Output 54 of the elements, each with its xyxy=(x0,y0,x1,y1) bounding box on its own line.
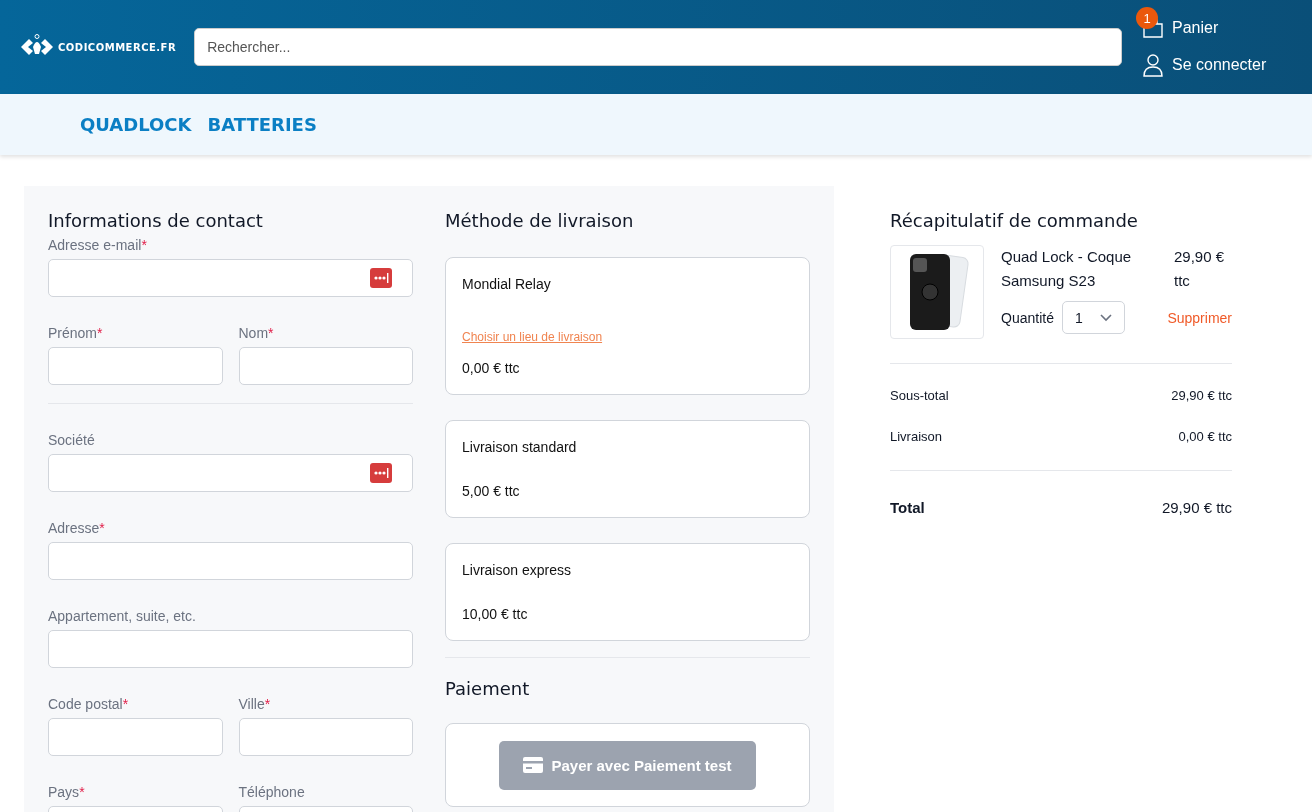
field-label: Nom* xyxy=(238,325,275,341)
search-field[interactable]: Rechercher... xyxy=(194,28,1122,66)
nav-link[interactable]: QUADLOCK xyxy=(80,114,192,135)
shipping-price: 5,00 € ttc xyxy=(462,483,521,499)
quantity-select[interactable]: 1 xyxy=(1061,301,1125,334)
input-field[interactable] xyxy=(48,347,223,385)
input-field[interactable] xyxy=(48,718,223,756)
field-label: Adresse e-mail* xyxy=(48,237,148,253)
field-label: Ville* xyxy=(238,696,272,712)
shipping-option-card[interactable]: Mondial Relay Choisir un lieu de livraison 0,00 € ttc xyxy=(445,257,810,395)
user-icon xyxy=(1142,53,1164,77)
input-field[interactable] xyxy=(48,630,413,668)
summary-label: Livraison xyxy=(890,429,943,444)
product-name: Quad Lock - Coque Samsung S23 xyxy=(1001,247,1133,291)
shipping-method-name: Livraison express xyxy=(462,562,572,578)
password-manager-icon[interactable] xyxy=(370,268,392,288)
product-price: 29,90 € ttc xyxy=(1174,247,1226,291)
total-value: 29,90 € ttc xyxy=(1161,499,1232,516)
field-label: Code postal* xyxy=(48,696,130,712)
section-title: Informations de contact xyxy=(48,210,264,231)
shipping-price: 0,00 € ttc xyxy=(462,360,521,376)
shipping-method-name: Livraison standard xyxy=(462,439,578,455)
section-title: Méthode de livraison xyxy=(445,210,635,231)
logo-text: CODICOMMERCE.FR xyxy=(58,41,177,53)
total-label: Total xyxy=(890,499,925,516)
field-label: Société xyxy=(48,432,96,448)
field-label: Appartement, suite, etc. xyxy=(48,608,197,624)
field-label: Adresse* xyxy=(48,520,106,536)
shipping-option-card[interactable]: Livraison standard 5,00 € ttc xyxy=(445,420,810,518)
chevron-down-icon xyxy=(1099,313,1112,322)
section-title: Paiement xyxy=(445,678,531,699)
shipping-method-name: Mondial Relay xyxy=(462,276,552,292)
field-label: Pays* xyxy=(48,784,86,800)
credit-card-icon xyxy=(523,757,544,773)
input-field[interactable] xyxy=(48,542,413,580)
cart-count-badge: 1 xyxy=(1136,7,1158,29)
summary-label: Sous-total xyxy=(890,388,949,403)
cart-link[interactable]: Panier xyxy=(1172,19,1219,37)
input-field[interactable] xyxy=(48,454,413,492)
input-field[interactable] xyxy=(48,259,413,297)
shipping-price: 10,00 € ttc xyxy=(462,606,529,622)
nav-link[interactable]: BATTERIES xyxy=(207,114,317,135)
site-logo[interactable]: CODICOMMERCE.FR xyxy=(20,34,177,60)
summary-value: 0,00 € ttc xyxy=(1178,429,1232,444)
shipping-option-card[interactable]: Livraison express 10,00 € ttc xyxy=(445,543,810,641)
field-label: Prénom* xyxy=(48,325,104,341)
field-label: Téléphone xyxy=(238,784,306,800)
login-link[interactable]: Se connecter xyxy=(1142,53,1292,77)
password-manager-icon[interactable] xyxy=(370,463,392,483)
section-title: Récapitulatif de commande xyxy=(890,210,1139,231)
quantity-label: Quantité xyxy=(1001,309,1054,326)
input-field[interactable] xyxy=(238,718,413,756)
summary-value: 29,90 € ttc xyxy=(1171,388,1232,403)
input-field[interactable] xyxy=(238,347,413,385)
